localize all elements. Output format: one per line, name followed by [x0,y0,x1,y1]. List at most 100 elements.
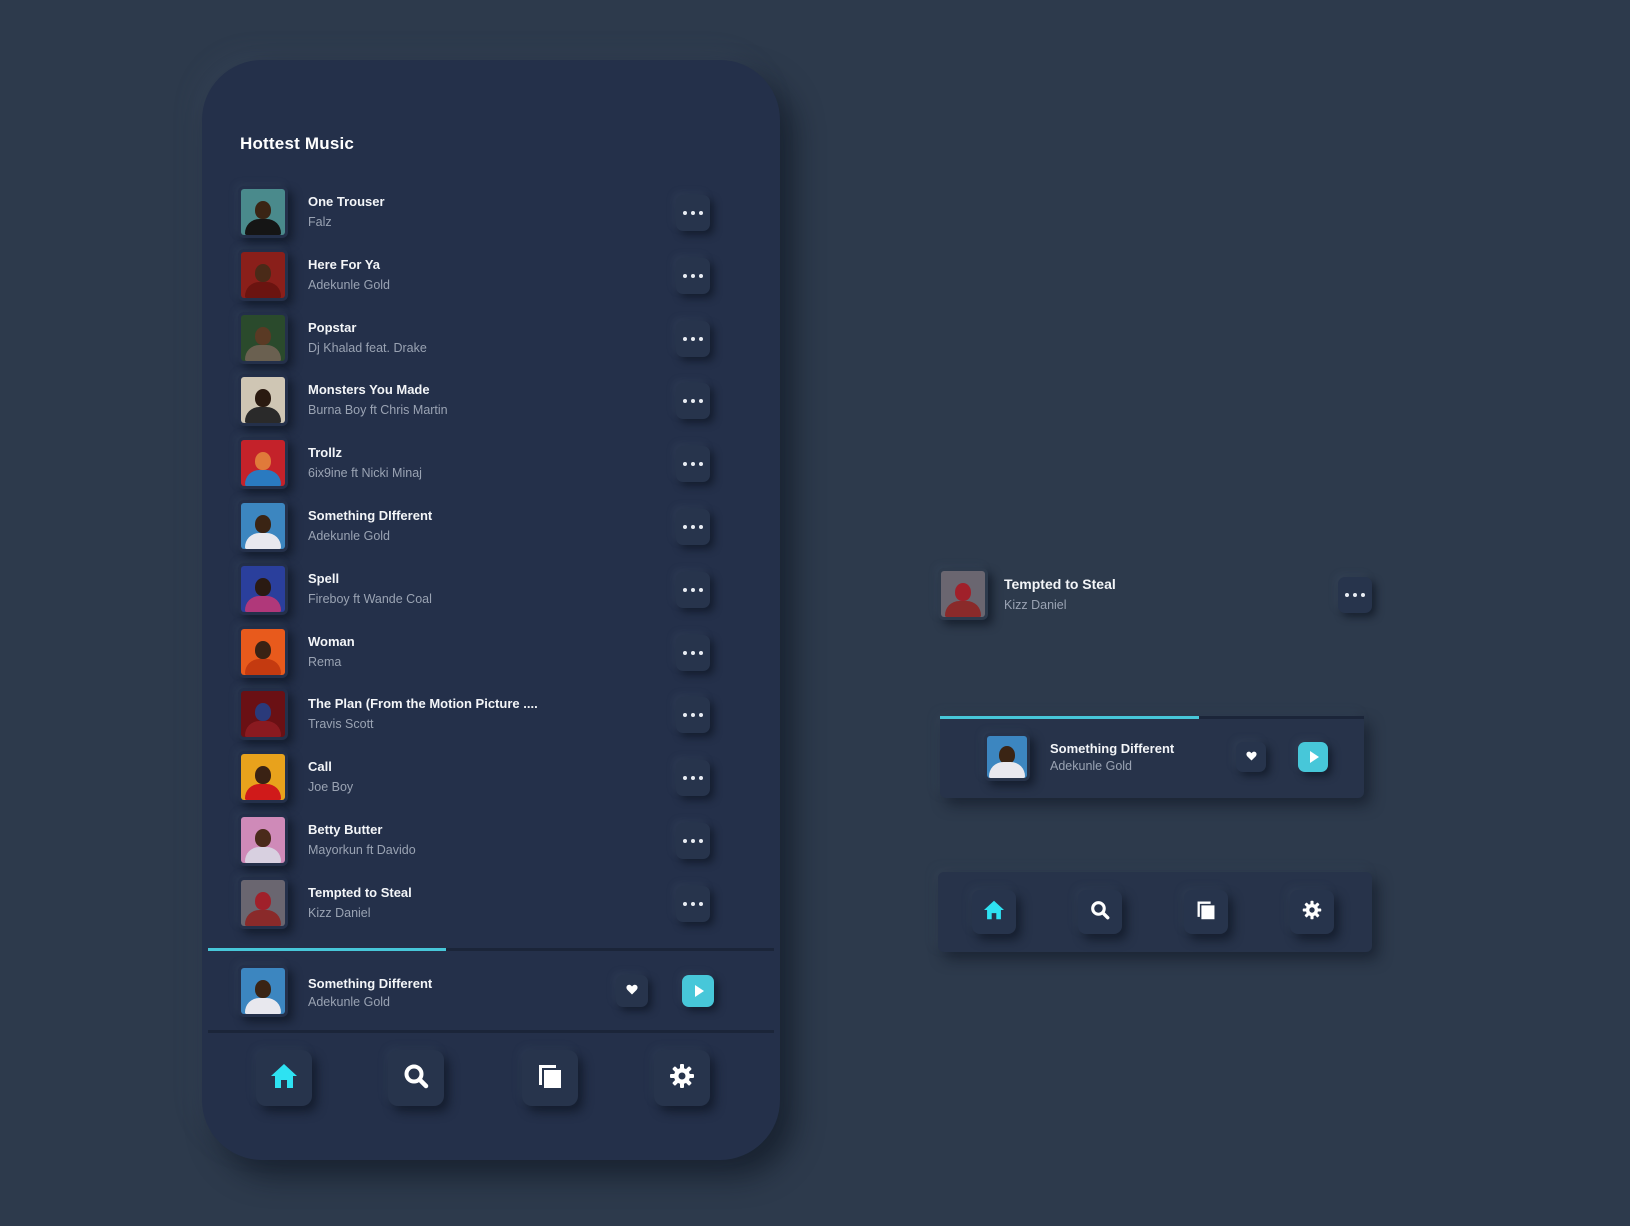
album-art [238,751,288,803]
album-art [238,877,288,929]
more-options-button[interactable] [676,383,710,419]
track-artist: 6ix9ine ft Nicki Minaj [308,466,422,480]
track-list-item[interactable]: Tempted to Steal Kizz Daniel [202,877,780,933]
search-icon [403,1063,429,1094]
track-artist: Falz [308,215,332,229]
track-list-item[interactable]: Something DIfferent Adekunle Gold [202,500,780,556]
track-list-item[interactable]: Spell Fireboy ft Wande Coal [202,563,780,619]
more-options-button[interactable] [676,509,710,545]
more-options-button[interactable] [676,195,710,231]
gear-icon [1302,900,1322,925]
more-icon [683,211,703,215]
album-art [238,563,288,615]
play-button[interactable] [682,975,714,1007]
album-art [238,437,288,489]
track-list-item[interactable]: Call Joe Boy [202,751,780,807]
more-options-button[interactable] [676,697,710,733]
nav-search-button[interactable] [1078,890,1122,934]
more-options-button[interactable] [676,446,710,482]
track-list-item-sample[interactable]: Tempted to Steal Kizz Daniel [938,568,1378,624]
gear-icon [669,1063,695,1094]
track-list-item[interactable]: Here For Ya Adekunle Gold [202,249,780,305]
track-artist: Adekunle Gold [308,529,391,543]
more-options-button[interactable] [676,635,710,671]
album-art [238,688,288,740]
now-playing-artist: Adekunle Gold [308,995,391,1009]
more-options-button[interactable] [1338,577,1372,613]
track-title: The Plan (From the Motion Picture .... [308,696,538,711]
like-button[interactable] [616,975,648,1007]
nav-settings-button[interactable] [1290,890,1334,934]
album-art [238,312,288,364]
now-playing-album-art [984,733,1030,781]
more-icon [683,713,703,717]
library-icon [1196,900,1216,925]
more-options-button[interactable] [676,760,710,796]
more-options-button[interactable] [676,823,710,859]
playback-progress[interactable] [208,948,774,951]
nav-settings-button[interactable] [654,1050,710,1106]
play-icon [1309,751,1319,763]
track-list-item[interactable]: One Trouser Falz [202,186,780,242]
more-icon [683,399,703,403]
track-list-item[interactable]: Woman Rema [202,626,780,682]
playback-progress[interactable] [940,716,1364,719]
track-artist: Travis Scott [308,717,374,731]
track-artist: Joe Boy [308,780,354,794]
nav-library-button[interactable] [522,1050,578,1106]
home-icon [983,900,1005,925]
track-list-item[interactable]: The Plan (From the Motion Picture .... Tr… [202,688,780,744]
track-title: Betty Butter [308,822,383,837]
like-button[interactable] [1236,742,1266,772]
track-artist: Adekunle Gold [308,278,391,292]
album-art [238,249,288,301]
track-title: Trollz [308,445,342,460]
bottom-nav-component [938,872,1372,952]
more-options-button[interactable] [676,258,710,294]
track-artist: Fireboy ft Wande Coal [308,592,432,606]
search-icon [1090,900,1110,925]
album-art [238,374,288,426]
track-artist: Kizz Daniel [308,906,371,920]
track-title: Tempted to Steal [1004,576,1116,592]
track-artist: Rema [308,655,342,669]
track-list-item[interactable]: Popstar Dj Khalad feat. Drake [202,312,780,368]
album-art [238,814,288,866]
playback-progress-fill [208,948,446,951]
track-title: Call [308,759,332,774]
more-icon [683,337,703,341]
track-title: Here For Ya [308,257,381,272]
track-list-item[interactable]: Trollz 6ix9ine ft Nicki Minaj [202,437,780,493]
more-icon [683,839,703,843]
now-playing-title: Something Different [308,976,433,991]
page-title: Hottest Music [240,134,355,153]
home-icon [270,1063,298,1094]
nav-home-button[interactable] [256,1050,312,1106]
nav-divider [208,1030,774,1033]
track-list-item[interactable]: Monsters You Made Burna Boy ft Chris Mart… [202,374,780,430]
now-playing-album-art [238,965,288,1017]
nav-library-button[interactable] [1184,890,1228,934]
album-art [938,568,988,620]
track-title: Tempted to Steal [308,885,412,900]
now-playing-bar[interactable]: Something Different Adekunle Gold [238,965,758,1021]
play-icon [694,985,704,997]
more-icon [1345,593,1365,597]
track-artist: Dj Khalad feat. Drake [308,341,427,355]
play-button[interactable] [1298,742,1328,772]
nav-home-button[interactable] [972,890,1016,934]
more-icon [683,651,703,655]
album-art [238,626,288,678]
track-title: One Trouser [308,194,385,209]
track-artist: Kizz Daniel [1004,598,1067,612]
album-art [238,186,288,238]
more-options-button[interactable] [676,886,710,922]
track-list-item[interactable]: Betty Butter Mayorkun ft Davido [202,814,780,870]
more-options-button[interactable] [676,321,710,357]
nav-search-button[interactable] [388,1050,444,1106]
more-options-button[interactable] [676,572,710,608]
more-icon [683,525,703,529]
more-icon [683,776,703,780]
now-playing-bar[interactable]: Something Different Adekunle Gold [984,733,1354,789]
heart-icon [1245,748,1257,766]
